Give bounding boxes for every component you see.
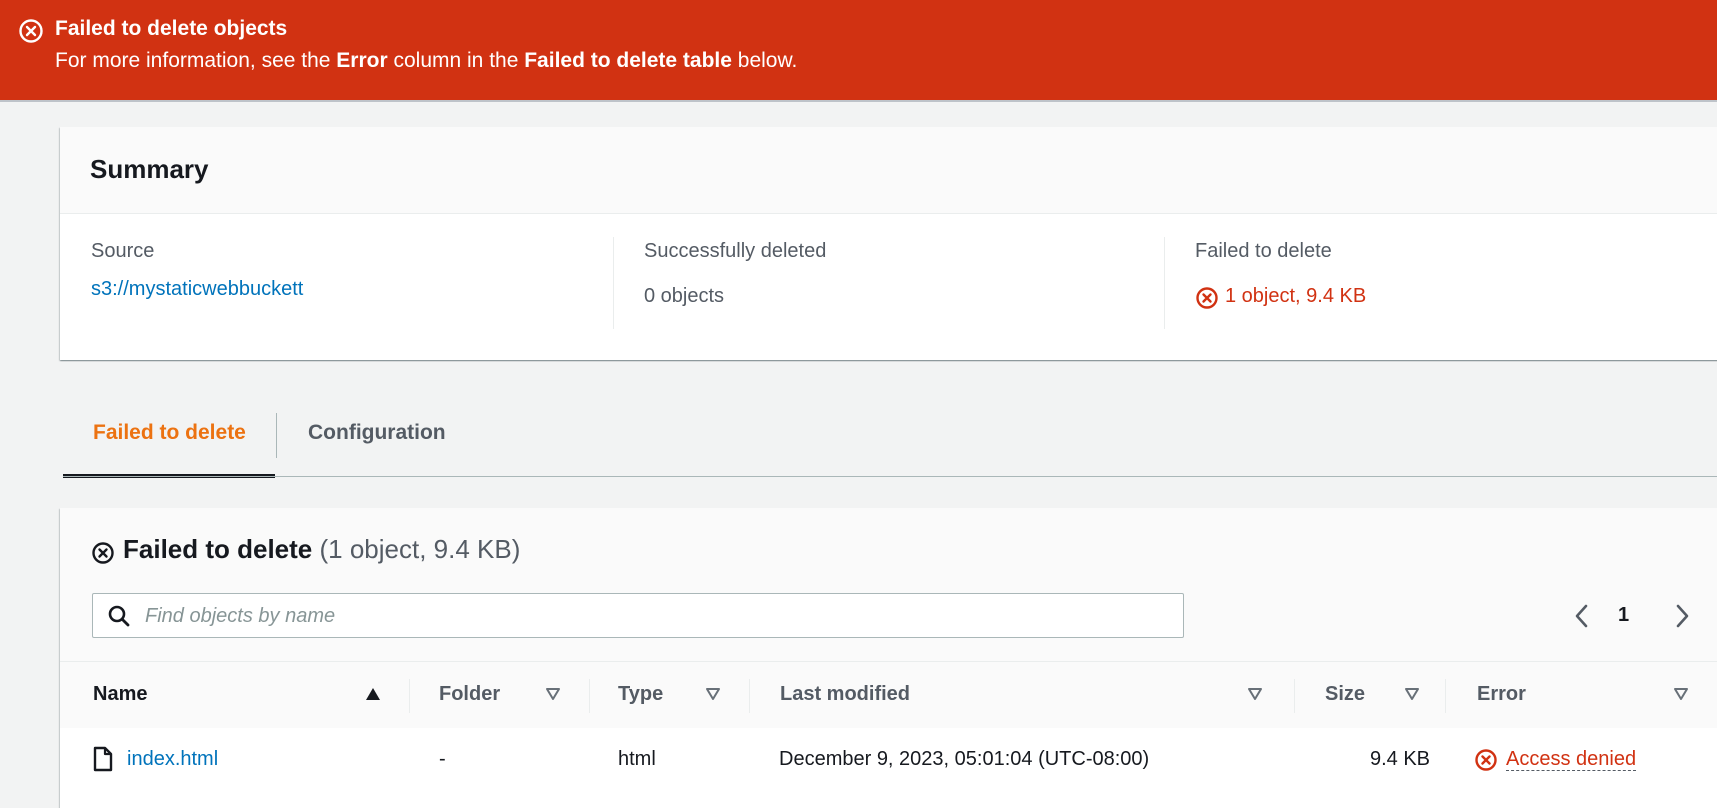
- error-flash-banner: Failed to delete objects For more inform…: [0, 0, 1717, 100]
- flash-message-mid: column in the: [387, 49, 525, 72]
- type-cell: html: [618, 748, 656, 770]
- tab-configuration[interactable]: Configuration: [308, 421, 446, 445]
- column-header-last-modified[interactable]: Last modified: [750, 662, 1295, 728]
- summary-title: Summary: [90, 154, 209, 184]
- search-icon: [108, 605, 130, 627]
- pagination: 1: [1572, 602, 1712, 632]
- flash-message-bold-error: Error: [336, 49, 388, 72]
- last-modified-cell: December 9, 2023, 05:01:04 (UTC-08:00): [779, 748, 1150, 770]
- column-header-type[interactable]: Type: [590, 662, 750, 728]
- tab-failed-to-delete[interactable]: Failed to delete: [93, 421, 246, 445]
- success-label: Successfully deleted: [644, 240, 827, 262]
- column-label-type: Type: [618, 683, 664, 705]
- folder-cell: -: [439, 748, 446, 770]
- tab-separator: [276, 413, 277, 458]
- error-circle-x-icon: [1196, 287, 1218, 309]
- flash-divider: [0, 100, 1717, 102]
- summary-header: Summary: [60, 127, 1717, 214]
- flash-title: Failed to delete objects: [55, 17, 288, 40]
- flash-message-bold-table: Failed to delete table: [524, 49, 732, 72]
- sort-icon[interactable]: [545, 687, 561, 701]
- error-circle-x-icon: [92, 542, 114, 564]
- tabs-underline: [63, 476, 1717, 477]
- column-header-error[interactable]: Error: [1446, 662, 1717, 728]
- column-divider: [1164, 237, 1165, 329]
- search-input[interactable]: [143, 594, 1177, 639]
- sort-icon[interactable]: [1673, 687, 1689, 701]
- failed-value: 1 object, 9.4 KB: [1225, 285, 1367, 307]
- failed-to-delete-table: Failed to delete (1 object, 9.4 KB) 1 Na…: [60, 508, 1717, 808]
- error-cell-text[interactable]: Access denied: [1506, 748, 1637, 771]
- column-header-folder[interactable]: Folder: [410, 662, 590, 728]
- column-label-name: Name: [93, 683, 148, 705]
- flash-message-suffix: below.: [731, 49, 798, 72]
- column-header-size[interactable]: Size: [1295, 662, 1445, 728]
- table-title-text: Failed to delete: [123, 534, 313, 564]
- error-circle-x-icon: [19, 19, 43, 43]
- failed-label: Failed to delete: [1195, 240, 1332, 262]
- success-value: 0 objects: [644, 285, 725, 307]
- table-title: Failed to delete (1 object, 9.4 KB): [123, 534, 520, 565]
- source-link[interactable]: s3://mystaticwebbuckett: [91, 278, 303, 301]
- search-box: [92, 593, 1184, 639]
- chevron-right-icon[interactable]: [1672, 602, 1692, 630]
- flash-message: For more information, see the Error colu…: [55, 49, 797, 73]
- sort-icon[interactable]: [1247, 687, 1263, 701]
- flash-message-prefix: For more information, see the: [55, 49, 337, 72]
- object-name-link[interactable]: index.html: [127, 748, 218, 771]
- sort-icon[interactable]: [705, 687, 721, 701]
- table-counter: (1 object, 9.4 KB): [319, 534, 521, 564]
- column-label-error: Error: [1477, 683, 1526, 705]
- error-cell[interactable]: Access denied: [1506, 748, 1637, 771]
- tabs: Failed to delete Configuration: [63, 405, 1717, 478]
- page-number[interactable]: 1: [1618, 604, 1629, 627]
- error-circle-x-icon: [1475, 749, 1497, 771]
- table-row: index.html - html December 9, 2023, 05:0…: [60, 728, 1717, 808]
- column-label-folder: Folder: [439, 683, 501, 705]
- source-label: Source: [91, 240, 155, 262]
- sort-ascending-icon[interactable]: [365, 687, 381, 701]
- table-header: Name Folder Type Last modified Size Erro…: [60, 661, 1717, 729]
- chevron-left-icon[interactable]: [1572, 602, 1592, 630]
- column-divider: [613, 237, 614, 329]
- file-icon: [93, 746, 113, 772]
- sort-icon[interactable]: [1404, 687, 1420, 701]
- summary-card: Summary: [60, 127, 1717, 360]
- column-label-size: Size: [1325, 683, 1366, 705]
- size-cell: 9.4 KB: [1369, 748, 1430, 770]
- column-header-name[interactable]: Name: [60, 662, 410, 728]
- column-label-last-modified: Last modified: [780, 683, 911, 705]
